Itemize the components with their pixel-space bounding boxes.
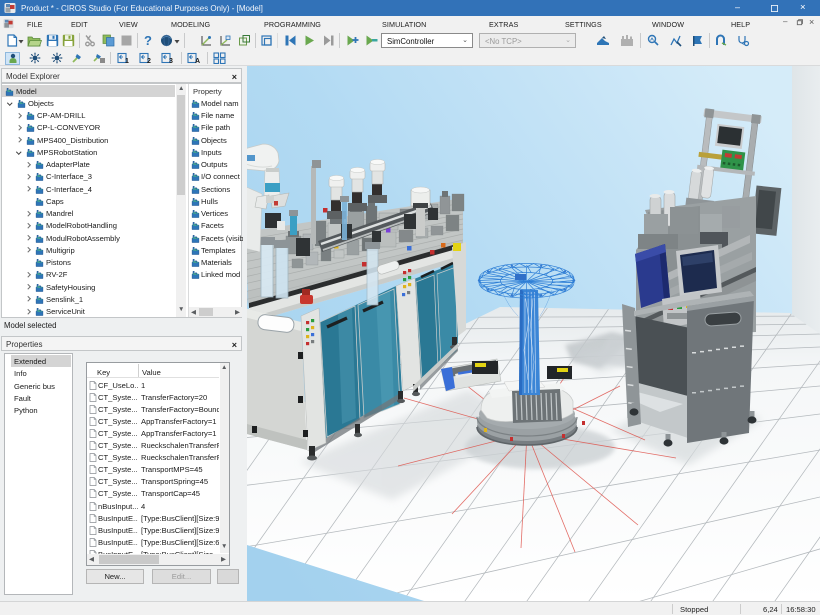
svg-text:?: ? (144, 33, 152, 47)
svg-text:1: 1 (125, 58, 129, 64)
svg-text:2: 2 (147, 58, 151, 64)
svg-text:3: 3 (169, 58, 173, 64)
svg-text:A: A (195, 58, 200, 64)
